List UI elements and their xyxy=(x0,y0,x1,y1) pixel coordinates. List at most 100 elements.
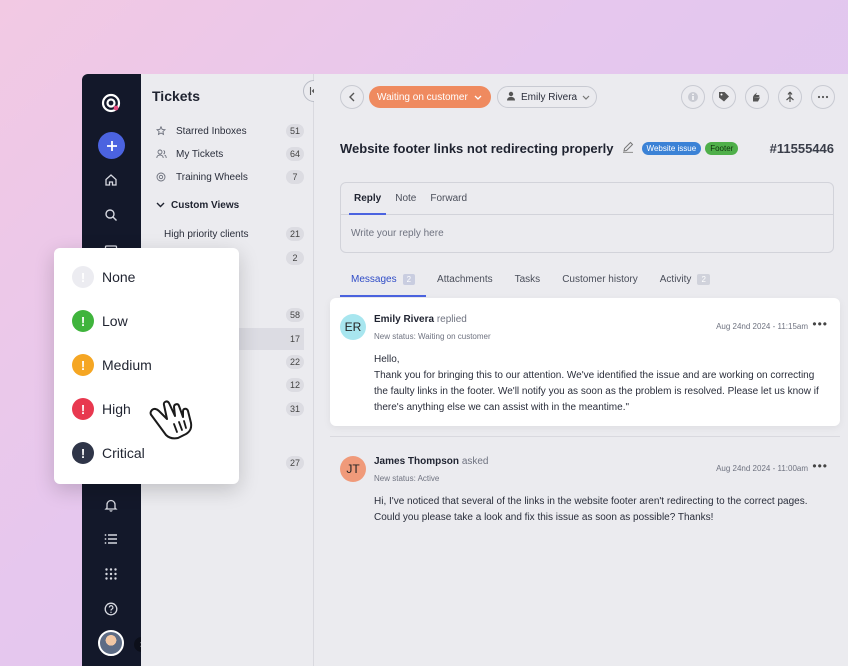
list-icon[interactable] xyxy=(98,526,124,552)
chevron-down-icon xyxy=(582,92,590,103)
tab-activity[interactable]: Activity 2 xyxy=(649,267,721,297)
priority-option-medium[interactable]: ! Medium xyxy=(72,353,152,377)
search-icon[interactable] xyxy=(98,202,124,228)
priority-option-none[interactable]: ! None xyxy=(72,265,135,289)
count-badge: 27 xyxy=(285,456,304,470)
tab-label: Messages xyxy=(351,274,397,285)
view-label: High priority clients xyxy=(164,228,249,240)
tab-attachments[interactable]: Attachments xyxy=(426,267,504,297)
tab-forward[interactable]: Forward xyxy=(423,183,474,214)
sidebar-item-starred-inboxes[interactable]: Starred Inboxes 51 xyxy=(141,120,304,142)
tab-label: Customer history xyxy=(562,274,638,285)
home-icon[interactable] xyxy=(98,167,124,193)
tab-customer-history[interactable]: Customer history xyxy=(551,267,649,297)
count-badge: 22 xyxy=(285,355,304,369)
count-badge: 12 xyxy=(285,378,304,392)
timestamp: Aug 24nd 2024 - 11:15am xyxy=(716,322,808,331)
hand-pointer-icon[interactable] xyxy=(745,85,769,109)
timestamp: Aug 24nd 2024 - 11:00am xyxy=(716,464,808,473)
author-name: James Thompson xyxy=(374,456,460,467)
author-name: Emily Rivera xyxy=(374,314,435,325)
message-author: James Thompson asked xyxy=(374,456,489,467)
logo-icon[interactable] xyxy=(98,90,124,116)
count-badge: 7 xyxy=(286,170,304,184)
priority-none-icon: ! xyxy=(72,266,94,288)
sidebar-item-label: Training Wheels xyxy=(176,171,248,183)
priority-option-critical[interactable]: ! Critical xyxy=(72,441,145,465)
more-icon[interactable]: ••• xyxy=(812,459,828,473)
user-icon xyxy=(506,91,516,104)
sidebar-item-label: Starred Inboxes xyxy=(176,125,247,137)
tab-messages[interactable]: Messages 2 xyxy=(340,267,427,297)
tab-label: Activity xyxy=(659,274,692,285)
status-change: New status: Active xyxy=(374,474,440,483)
tab-reply[interactable]: Reply xyxy=(347,183,388,215)
tab-label: Tasks xyxy=(514,274,541,285)
sidebar-item-training-wheels[interactable]: Training Wheels 7 xyxy=(141,166,304,188)
status-dropdown[interactable]: Waiting on customer xyxy=(369,86,491,108)
message-card[interactable]: JT James Thompson asked New status: Acti… xyxy=(330,440,840,540)
tab-label: Attachments xyxy=(437,274,493,285)
priority-label: None xyxy=(102,269,136,285)
priority-label: High xyxy=(102,401,131,417)
priority-option-high[interactable]: ! High xyxy=(72,397,131,421)
sidebar-item-label: My Tickets xyxy=(176,148,224,160)
bell-icon[interactable] xyxy=(98,492,124,518)
avatar: JT xyxy=(340,456,366,482)
tab-tasks[interactable]: Tasks xyxy=(504,267,552,297)
tag-badge[interactable]: Footer xyxy=(705,142,739,155)
count-badge: 2 xyxy=(402,274,416,285)
tag-badge[interactable]: Website issue xyxy=(641,142,702,155)
ticket-title-text: Website footer links not redirecting pro… xyxy=(340,141,614,156)
ticket-title: Website footer links not redirecting pro… xyxy=(340,141,739,156)
reply-composer: Reply Note Forward Write your reply here xyxy=(340,182,834,253)
count-badge: 58 xyxy=(285,308,304,322)
sidebar-title: Tickets xyxy=(152,88,200,104)
count-badge: 21 xyxy=(285,227,304,241)
more-icon[interactable] xyxy=(811,85,835,109)
priority-high-icon: ! xyxy=(72,398,94,420)
message-line: Thank you for bringing this to our atten… xyxy=(374,370,819,413)
chevron-down-icon xyxy=(474,92,482,103)
priority-label: Critical xyxy=(102,445,145,461)
author-action: replied xyxy=(436,314,467,325)
priority-menu: ! None ! Low ! Medium ! High ! Critical xyxy=(54,248,239,484)
pencil-icon[interactable] xyxy=(622,141,634,156)
tab-note[interactable]: Note xyxy=(388,183,423,214)
more-icon[interactable]: ••• xyxy=(812,317,828,331)
info-icon[interactable] xyxy=(681,85,705,109)
reply-input[interactable]: Write your reply here xyxy=(341,215,833,239)
priority-critical-icon: ! xyxy=(72,442,94,464)
apps-grid-icon[interactable] xyxy=(98,561,124,587)
message-body: Hello, Thank you for bringing this to ou… xyxy=(374,352,824,416)
sidebar-item-my-tickets[interactable]: My Tickets 64 xyxy=(141,143,304,165)
back-button[interactable] xyxy=(340,85,364,109)
priority-medium-icon: ! xyxy=(72,354,94,376)
message-card[interactable]: ER Emily Rivera replied New status: Wait… xyxy=(330,298,840,426)
message-tabs: Messages 2 Attachments Tasks Customer hi… xyxy=(340,267,834,297)
merge-icon[interactable] xyxy=(778,85,802,109)
view-item[interactable]: High priority clients 21 xyxy=(141,223,304,245)
tag-icon[interactable] xyxy=(712,85,736,109)
custom-views-header[interactable]: Custom Views xyxy=(156,200,239,211)
count-badge: 64 xyxy=(285,147,304,161)
hand-cursor-icon xyxy=(148,396,202,447)
priority-low-icon: ! xyxy=(72,310,94,332)
composer-tabs: Reply Note Forward xyxy=(341,183,833,215)
priority-label: Medium xyxy=(102,357,152,373)
author-action: asked xyxy=(461,456,489,467)
message-author: Emily Rivera replied xyxy=(374,314,467,325)
message-line: Hello, xyxy=(374,354,400,365)
chevron-down-icon xyxy=(156,200,165,211)
message-line: Hi, I've noticed that several of the lin… xyxy=(374,496,808,523)
count-badge: 17 xyxy=(285,332,304,346)
assignee-dropdown[interactable]: Emily Rivera xyxy=(497,86,597,108)
users-icon xyxy=(156,149,172,159)
priority-option-low[interactable]: ! Low xyxy=(72,309,128,333)
priority-label: Low xyxy=(102,313,128,329)
help-icon[interactable] xyxy=(98,596,124,622)
avatar[interactable] xyxy=(98,630,124,656)
assignee-label: Emily Rivera xyxy=(521,91,578,103)
new-ticket-button[interactable] xyxy=(98,132,125,159)
count-badge: 31 xyxy=(285,402,304,416)
